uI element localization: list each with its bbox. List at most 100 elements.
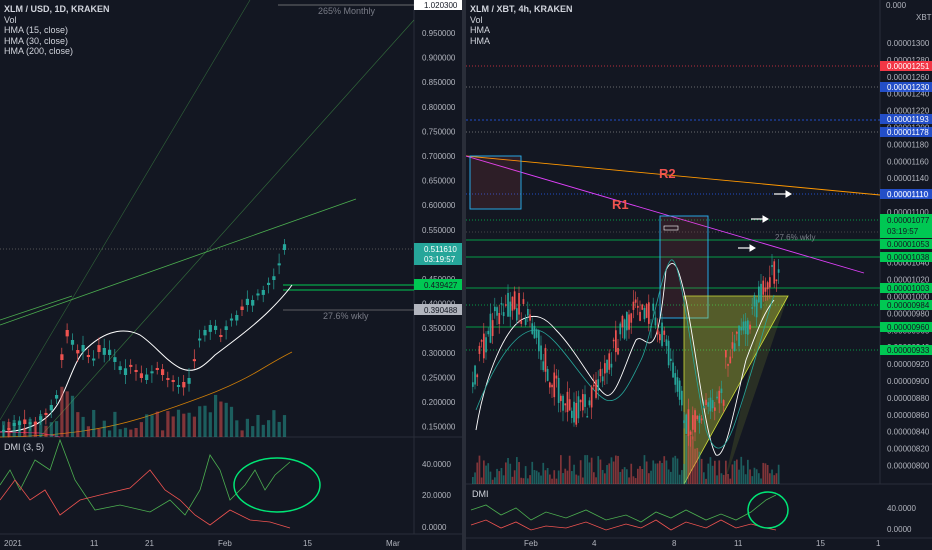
right-dmi-minus [470,519,777,531]
svg-text:03:19:57: 03:19:57 [887,227,919,236]
left-price-tick: 0.550000 [422,226,456,235]
annotation-monthly: 265% Monthly [318,6,376,16]
svg-text:0.00001193: 0.00001193 [887,115,929,124]
svg-text:1.020300: 1.020300 [424,1,458,10]
left-price-tick: 0.950000 [422,29,456,38]
left-time-tick: 11 [90,539,99,548]
right-price-tick: 0.00000880 [887,394,930,403]
right-price-tick: 0.00001160 [887,157,929,166]
right-dmi-label[interactable]: DMI [472,489,489,499]
left-dmi-label[interactable]: DMI (3, 5) [4,442,44,452]
right-price-tick: 0.00000860 [887,411,930,420]
left-price-tick: 0.650000 [422,177,456,186]
right-symbol-title[interactable]: XLM / XBT, 4h, KRAKEN [470,4,573,15]
right-legend-vol[interactable]: Vol [470,15,573,26]
svg-text:0.00001003: 0.00001003 [887,284,930,293]
left-dmi-tick: 20.0000 [422,491,451,500]
tag-top: 1.020300 [414,0,462,10]
zone-box-1[interactable] [469,155,522,210]
tag-green-3: 0.00001003 [880,283,932,293]
left-price-tick: 0.700000 [422,152,456,161]
left-price-tick: 0.150000 [422,423,456,432]
trendline-fan-1[interactable] [39,19,415,438]
right-price-tick: 0.00000920 [887,360,930,369]
right-chart-canvas[interactable]: R2 R1 27.6% wkly 0.000013000.000012800.0… [466,0,932,550]
tag-green-4: 0.00000984 [880,300,932,310]
right-time-tick: 15 [816,539,825,548]
left-time-tick: Mar [386,539,400,548]
label-r1: R1 [612,197,629,212]
left-price-tick: 0.750000 [422,127,456,136]
annotation-weekly-right: 27.6% wkly [775,233,815,242]
left-price-tick: 0.250000 [422,373,456,382]
tag-green-5: 0.00000960 [880,322,932,332]
dmi-minus-line [0,469,291,529]
right-time-tick: 4 [592,539,597,548]
right-chart-pane[interactable]: R2 R1 27.6% wkly 0.00001300 0.00001280 0.0… [466,0,932,550]
svg-text:0.00000933: 0.00000933 [887,346,930,355]
right-price-tick: 0.00001300 [887,39,930,48]
dmi-highlight-circle[interactable] [233,457,321,513]
tag-green-level: 0.439427 [414,279,462,290]
right-time-tick: Feb [524,539,538,548]
tag-blue-3: 0.00001178 [880,127,932,137]
left-chart-pane[interactable]: 0.950000 0.900000 0.850000 0.800000 0.750000… [0,0,462,550]
svg-text:0.00001077: 0.00001077 [887,216,930,225]
svg-text:03:19:57: 03:19:57 [424,255,456,264]
tag-green-1: 0.00001053 [880,239,932,249]
left-price-tick: 0.300000 [422,349,456,358]
left-price-tick: 0.600000 [422,201,456,210]
svg-text:0.00001038: 0.00001038 [887,253,930,262]
left-volume [2,386,287,437]
tag-last-price: 0.511610 03:19:57 [414,243,462,265]
right-price-tick: 0.00000980 [887,309,930,318]
left-price-tick: 0.900000 [422,54,456,63]
left-time-tick: 15 [303,539,312,548]
tag-blue-2: 0.00001193 [880,114,932,124]
svg-text:0.00001230: 0.00001230 [887,83,930,92]
arrow-markers [738,190,792,252]
svg-text:0.00001178: 0.00001178 [887,128,929,137]
svg-text:0.390488: 0.390488 [424,306,458,315]
right-time-tick: 8 [672,539,677,548]
svg-text:0.00000960: 0.00000960 [887,323,930,332]
currency-label: XBT [916,13,932,22]
svg-text:0.439427: 0.439427 [424,281,458,290]
right-price-tick: 0.00000800 [887,462,930,471]
right-legend-hma-1[interactable]: HMA [470,25,573,36]
tag-last-price-right: 0.00001077 03:19:57 [880,214,932,238]
svg-text:0.00001110: 0.00001110 [887,190,929,199]
right-dmi-tick: 40.0000 [887,504,916,513]
svg-text:0.00001053: 0.00001053 [887,240,930,249]
tag-blue-1: 0.00001230 [880,82,932,92]
label-r2: R2 [659,166,676,181]
left-price-tick: 0.850000 [422,78,456,87]
annotation-weekly: 27.6% wkly [323,311,369,321]
legend-hma-15[interactable]: HMA (15, close) [4,25,110,36]
trendline-green[interactable] [0,198,357,326]
legend-hma-200[interactable]: HMA (200, close) [4,46,110,57]
svg-text:0.00000984: 0.00000984 [887,301,930,310]
left-dmi-tick: 0.0000 [422,523,447,532]
right-legend: XLM / XBT, 4h, KRAKEN Vol HMA HMA [470,4,573,46]
right-price-tick: 0.00001140 [887,174,929,183]
tag-grey-level: 0.390488 [414,304,462,315]
hma-15-line[interactable] [0,284,293,433]
right-dmi-plus [470,494,777,523]
left-time-tick: 21 [145,539,154,548]
right-price-tick: 0.00001260 [887,73,930,82]
legend-hma-30[interactable]: HMA (30, close) [4,36,110,47]
svg-text:0.00001251: 0.00001251 [887,62,930,71]
tag-green-2: 0.00001038 [880,252,932,262]
left-legend: XLM / USD, 1D, KRAKEN Vol HMA (15, close… [4,4,110,57]
left-chart-canvas[interactable]: 0.950000 0.900000 0.850000 0.800000 0.750000… [0,0,462,550]
left-price-tick: 0.800000 [422,103,456,112]
right-time-tick: 1 [876,539,881,548]
top-axis-value: 0.000 [886,1,907,10]
left-price-tick: 0.350000 [422,324,456,333]
left-time-tick: 2021 [4,539,22,548]
left-symbol-title[interactable]: XLM / USD, 1D, KRAKEN [4,4,110,15]
legend-vol[interactable]: Vol [4,15,110,26]
right-legend-hma-2[interactable]: HMA [470,36,573,47]
tag-red: 0.00001251 [880,61,932,71]
